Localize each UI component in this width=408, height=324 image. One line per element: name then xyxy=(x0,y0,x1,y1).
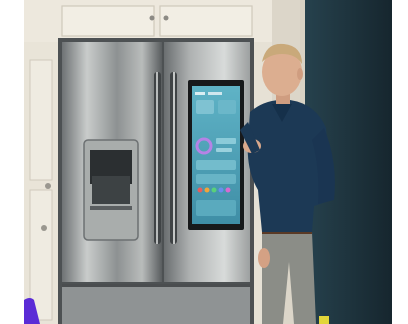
photo-scene xyxy=(0,0,408,324)
left-margin xyxy=(0,0,24,324)
right-margin xyxy=(392,0,408,324)
cabinet-knob xyxy=(163,15,169,21)
fridge-drawer xyxy=(62,284,250,324)
corner-mark xyxy=(319,316,329,324)
cabinet-knob xyxy=(149,15,155,21)
